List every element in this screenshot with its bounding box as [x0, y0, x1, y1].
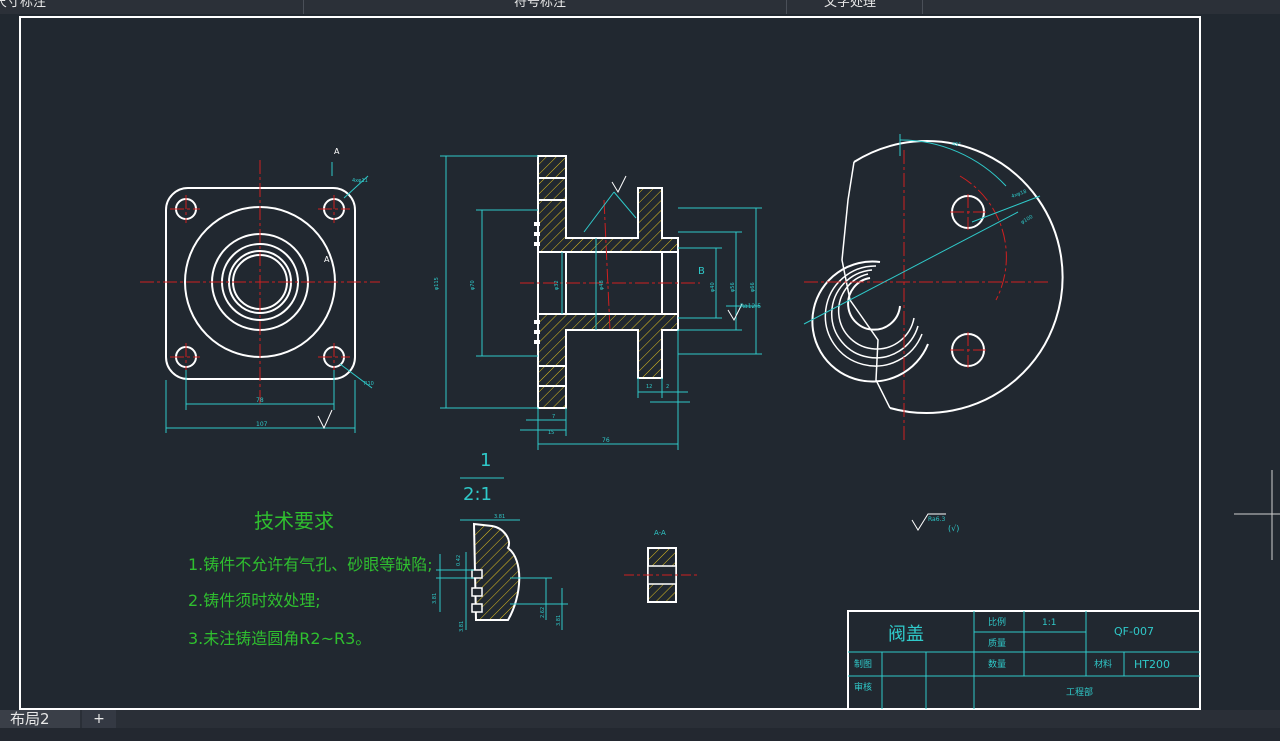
- section-aa: [624, 547, 700, 603]
- arc-5: [847, 277, 901, 331]
- symbol-panel-title[interactable]: 符号标注: [303, 0, 787, 14]
- title-qty-label: 数量: [988, 658, 1006, 670]
- crosshair-cursor: [1234, 470, 1280, 560]
- dim-right-pcd: φ100: [1020, 214, 1034, 226]
- dim-side-height: φ115: [434, 277, 440, 290]
- dim-side-d4: φ56: [730, 282, 736, 292]
- tech-req-title: 技术要求: [254, 509, 334, 533]
- dim-side-d6: φ66: [750, 282, 756, 292]
- dim-side-l2: 7: [552, 414, 555, 420]
- dim-front-r: R10: [364, 381, 374, 387]
- dim-front-outer: 107: [256, 421, 268, 428]
- right-partial-view: [811, 140, 1064, 415]
- title-material: HT200: [1134, 658, 1170, 671]
- tech-req-item-1: 1.铸件不允许有气孔、砂眼等缺陷;: [188, 555, 433, 574]
- title-scale-label: 比例: [988, 616, 1006, 628]
- title-draw-label: 制图: [854, 658, 872, 670]
- dim-side-ra: Ra12.5: [740, 303, 761, 310]
- technical-requirements: 技术要求 1.铸件不允许有气孔、砂眼等缺陷; 2.铸件须时效处理; 3.未注铸造…: [188, 509, 433, 648]
- drawing-canvas[interactable]: A A 78 107 R10 4xφ11 B φ115 φ70 φ32 φ48 …: [0, 14, 1280, 710]
- global-roughness-paren: (√): [948, 524, 959, 533]
- dim-detail-r1: 2.62: [540, 607, 546, 618]
- title-block: 阀盖 比例 1:1 质量 QF-007 制图 审核 数量 材料 HT200 工程…: [847, 610, 1201, 710]
- dim-side-l4: 2: [666, 384, 669, 390]
- section-aa-label: A-A: [654, 529, 666, 537]
- title-scale-value: 1:1: [1042, 618, 1056, 628]
- dim-side-d1: φ70: [470, 280, 476, 290]
- dim-right-hole: 4xφ18: [1011, 189, 1028, 200]
- dim-detail-r2: 3.81: [556, 615, 562, 626]
- dimension-panel-label: 尺寸标注: [0, 0, 47, 10]
- dim-side-d5: φ40: [710, 282, 716, 292]
- status-strip: [0, 728, 1280, 741]
- side-dimensions: [440, 155, 762, 450]
- side-roughness-mark: [611, 175, 627, 194]
- drawing-svg: A A 78 107 R10 4xφ11 B φ115 φ70 φ32 φ48 …: [19, 16, 1280, 710]
- title-check-label: 审核: [854, 681, 872, 693]
- symbol-panel-label: 符号标注: [514, 0, 567, 10]
- dim-detail-h3: 3.81: [459, 621, 465, 632]
- dim-side-l3: 12: [646, 384, 652, 390]
- dim-side-len: 76: [602, 437, 610, 444]
- text-panel-label: 文字处理: [824, 0, 877, 10]
- title-drawing-number: QF-007: [1114, 625, 1154, 638]
- tab-layout-2[interactable]: 布局2: [0, 710, 80, 728]
- arc-2: [824, 265, 923, 367]
- dim-detail-h2: 3.81: [432, 593, 438, 604]
- right-dimensions: [803, 134, 1041, 325]
- dim-right-angle: 45°: [952, 142, 961, 148]
- dimension-panel-title[interactable]: 尺寸标注: [0, 0, 304, 14]
- tech-req-item-3: 3.未注铸造圆角R2~R3。: [188, 629, 371, 648]
- global-roughness-value: Ra6.3: [928, 516, 945, 523]
- dim-front-inner: 78: [256, 397, 264, 404]
- outer-arc: [853, 140, 1064, 415]
- lower-section: [537, 313, 679, 409]
- dim-detail-h1: 0.42: [456, 555, 462, 566]
- view-label-a-2: A: [324, 255, 330, 264]
- view-label-a: A: [334, 147, 340, 156]
- dim-front-hole: 4xφ11: [352, 178, 368, 184]
- dim-detail-w: 3.81: [494, 514, 505, 520]
- arc-1: [811, 260, 929, 383]
- tech-req-item-2: 2.铸件须时效处理;: [188, 591, 321, 610]
- dim-side-d3: φ48: [599, 280, 605, 290]
- detail-scale-number: 1: [480, 450, 491, 471]
- add-layout-button[interactable]: +: [82, 710, 116, 728]
- title-weight-label: 质量: [988, 637, 1006, 649]
- title-company: 工程部: [1066, 686, 1093, 698]
- text-panel-title[interactable]: 文字处理: [786, 0, 923, 14]
- title-material-label: 材料: [1094, 658, 1112, 670]
- view-label-b: B: [698, 266, 705, 277]
- arc-3: [830, 269, 919, 359]
- title-part-name: 阀盖: [888, 624, 924, 645]
- upper-section: [537, 155, 679, 253]
- detail-view: [471, 522, 521, 621]
- dim-side-l1: 15: [548, 430, 554, 436]
- dim-side-d2: φ32: [554, 280, 560, 290]
- detail-scale-label: 2:1: [463, 484, 492, 505]
- front-center-lines: [140, 160, 380, 405]
- ribbon-panel-titles: 尺寸标注 符号标注 文字处理: [0, 0, 1280, 14]
